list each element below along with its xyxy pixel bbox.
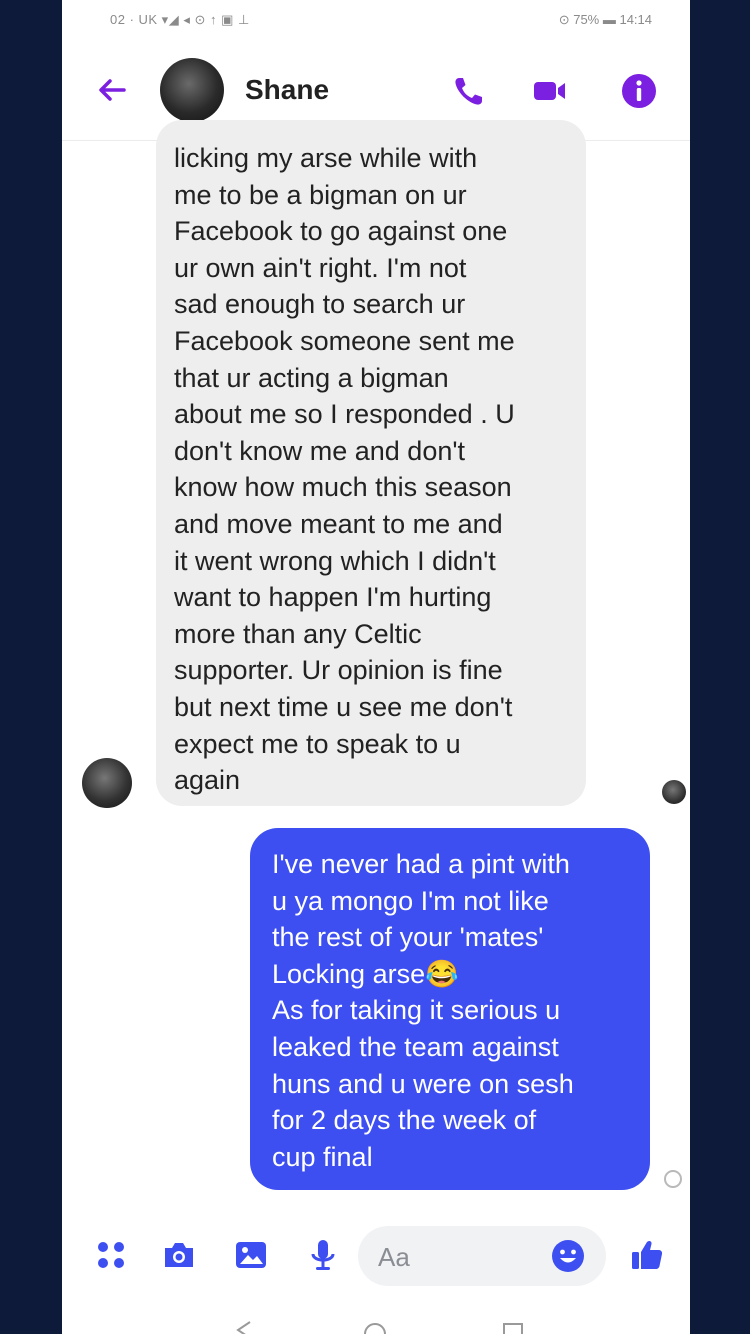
apps-icon[interactable] [92, 1236, 130, 1274]
microphone-icon[interactable] [304, 1236, 342, 1274]
contact-avatar[interactable] [160, 58, 224, 122]
status-bar-right: ⊙ 75% ▬ 14:14 [558, 12, 652, 27]
sent-message-text: I've never had a pint with u ya mongo I'… [272, 849, 574, 1172]
message-input[interactable] [376, 1238, 540, 1276]
thumbs-up-icon[interactable] [628, 1236, 666, 1274]
contact-name[interactable]: Shane [245, 74, 329, 106]
system-navigation-bar [62, 1306, 690, 1334]
message-input-box[interactable] [358, 1226, 606, 1286]
gallery-icon[interactable] [232, 1236, 270, 1274]
nav-home-icon[interactable] [360, 1316, 390, 1334]
info-icon[interactable] [620, 72, 658, 110]
sent-status-icon [664, 1170, 682, 1188]
read-receipt-avatar [662, 780, 686, 804]
messenger-screen: 02 · UK ▾◢ ◂ ⊙ ↑ ▣ ⊥ ⊙ 75% ▬ 14:14 Shane… [62, 0, 690, 1334]
message-composer [62, 1222, 690, 1302]
camera-icon[interactable] [160, 1236, 198, 1274]
sender-avatar[interactable] [82, 758, 132, 808]
received-message-bubble[interactable]: licking my arse while with me to be a bi… [156, 120, 586, 806]
video-camera-icon[interactable] [530, 72, 568, 110]
status-bar: 02 · UK ▾◢ ◂ ⊙ ↑ ▣ ⊥ ⊙ 75% ▬ 14:14 [62, 0, 690, 40]
back-arrow-icon[interactable] [94, 72, 130, 108]
status-bar-left: 02 · UK ▾◢ ◂ ⊙ ↑ ▣ ⊥ [110, 12, 250, 27]
received-message-text: licking my arse while with me to be a bi… [174, 143, 515, 796]
emoji-icon[interactable] [550, 1238, 586, 1274]
nav-recents-icon[interactable] [498, 1316, 528, 1334]
phone-icon[interactable] [450, 72, 488, 110]
nav-back-icon[interactable] [228, 1316, 258, 1334]
sent-message-bubble[interactable]: I've never had a pint with u ya mongo I'… [250, 828, 650, 1190]
